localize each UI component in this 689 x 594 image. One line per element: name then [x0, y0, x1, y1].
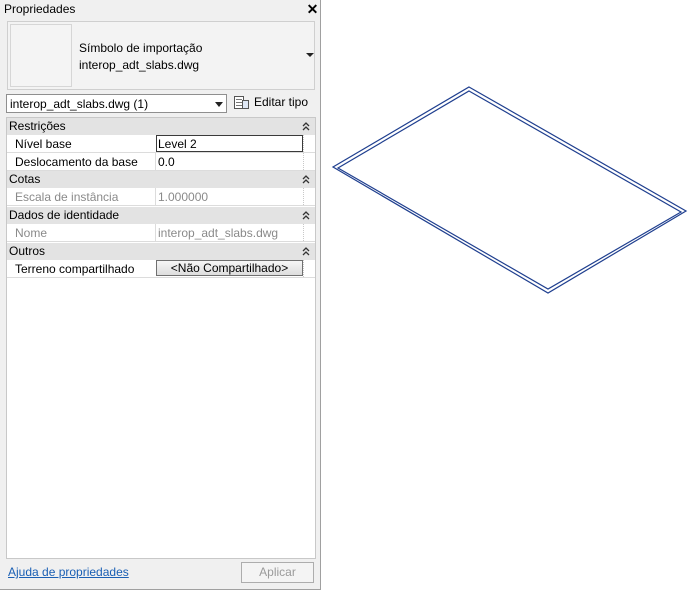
property-row-instance-scale: Escala de instância 1.000000: [7, 188, 315, 206]
collapse-icon[interactable]: [301, 120, 311, 132]
section-title: Restrições: [9, 119, 66, 133]
edit-type-label: Editar tipo: [254, 95, 309, 109]
section-identity-data[interactable]: Dados de identidade: [7, 207, 315, 224]
property-value: 1.000000: [158, 190, 209, 204]
base-level-field[interactable]: Level 2: [156, 135, 303, 152]
column-divider: [303, 188, 305, 205]
property-value: Level 2: [158, 137, 197, 151]
column-divider: [303, 153, 305, 170]
type-preview-image: [10, 24, 72, 87]
section-title: Outros: [9, 244, 46, 258]
type-family-label: Símbolo de importação: [79, 41, 203, 55]
collapse-icon[interactable]: [301, 245, 311, 257]
instance-filter-dropdown[interactable]: interop_adt_slabs.dwg (1): [6, 94, 227, 113]
property-label: Nome: [15, 226, 48, 240]
shared-site-button[interactable]: <Não Compartilhado>: [156, 260, 303, 276]
property-row-shared-site[interactable]: Terreno compartilhado <Não Compartilhado…: [7, 260, 315, 278]
properties-grid: Restrições Nível base Level 2 Deslocamen…: [6, 117, 316, 559]
section-other[interactable]: Outros: [7, 243, 315, 260]
palette-titlebar[interactable]: Propriedades ✕: [0, 0, 320, 19]
close-icon[interactable]: ✕: [305, 1, 320, 17]
property-row-base-offset[interactable]: Deslocamento da base 0.0: [7, 153, 315, 171]
type-name-label: interop_adt_slabs.dwg: [79, 58, 200, 72]
properties-palette: Propriedades ✕ Símbolo de importação int…: [0, 0, 321, 590]
slab-outline-inner: [336, 90, 683, 290]
column-divider: [303, 260, 305, 277]
drawing-viewport[interactable]: [322, 0, 689, 591]
imported-slab-drawing[interactable]: [322, 0, 689, 591]
property-label: Terreno compartilhado: [15, 262, 135, 276]
chevron-down-icon[interactable]: [306, 53, 314, 57]
property-label: Nível base: [15, 137, 72, 151]
collapse-icon[interactable]: [301, 173, 311, 185]
section-title: Dados de identidade: [9, 208, 120, 222]
property-label: Escala de instância: [15, 190, 119, 204]
instance-filter-value: interop_adt_slabs.dwg (1): [10, 97, 149, 111]
property-row-base-level[interactable]: Nível base Level 2: [7, 135, 315, 153]
type-selector[interactable]: Símbolo de importação interop_adt_slabs.…: [7, 21, 315, 90]
name-field: interop_adt_slabs.dwg: [155, 224, 304, 241]
section-dimensions[interactable]: Cotas: [7, 171, 315, 188]
dropdown-arrow-icon[interactable]: [215, 102, 223, 107]
section-constraints[interactable]: Restrições: [7, 118, 315, 135]
properties-help-link[interactable]: Ajuda de propriedades: [8, 565, 129, 579]
section-title: Cotas: [9, 172, 41, 186]
palette-title: Propriedades: [4, 2, 76, 16]
base-offset-field[interactable]: 0.0: [155, 153, 304, 170]
property-value: 0.0: [158, 155, 175, 169]
collapse-icon[interactable]: [301, 209, 311, 221]
instance-scale-field: 1.000000: [155, 188, 304, 205]
column-divider: [303, 224, 305, 241]
property-row-name: Nome interop_adt_slabs.dwg: [7, 224, 315, 242]
edit-type-button[interactable]: Editar tipo: [232, 93, 312, 113]
property-label: Deslocamento da base: [15, 155, 138, 169]
slab-outline-outer: [331, 86, 688, 294]
edit-type-icon: [234, 96, 249, 109]
column-divider: [303, 135, 305, 152]
property-value: interop_adt_slabs.dwg: [158, 226, 279, 240]
apply-button[interactable]: Aplicar: [241, 562, 314, 583]
